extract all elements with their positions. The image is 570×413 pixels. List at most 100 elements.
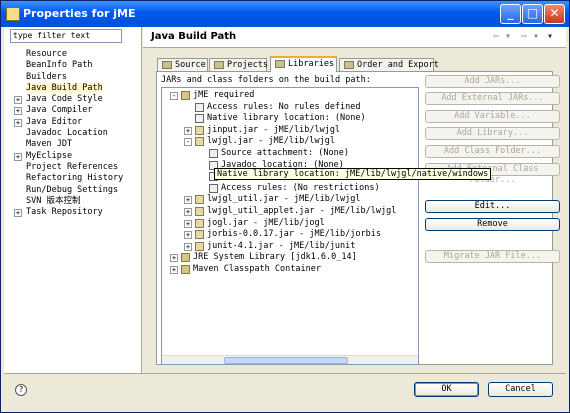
expand-icon[interactable]: + — [14, 96, 22, 105]
title-bar[interactable]: Properties for jME _ □ ✕ — [1, 1, 569, 27]
library-icon — [275, 60, 285, 68]
nav-item-label: Javadoc Location — [26, 128, 108, 139]
expand-icon[interactable]: + — [14, 152, 22, 161]
category-tree: Resource BeanInfo Path Builders Java Build … — [4, 49, 141, 218]
tree-node[interactable]: jinput.jar - jME/lib/lwjgl — [207, 125, 340, 136]
tree-node[interactable]: Access rules: (No restrictions) — [221, 183, 380, 194]
maximize-button[interactable]: □ — [522, 4, 543, 24]
ok-button[interactable]: OK — [414, 382, 479, 397]
jar-icon — [195, 230, 204, 240]
nav-item[interactable]: + Java Editor — [4, 117, 141, 128]
nav-item-label: Run/Debug Settings — [26, 184, 119, 195]
attribute-icon — [209, 149, 218, 158]
close-button[interactable]: ✕ — [544, 4, 565, 24]
attribute-icon — [195, 114, 204, 124]
expand-icon[interactable]: + — [184, 196, 192, 205]
nav-item[interactable]: + Task Repository — [4, 207, 141, 218]
tab-source[interactable]: Source — [157, 58, 208, 71]
tree-node[interactable]: lwjgl_util.jar - jME/lib/lwjgl — [207, 194, 361, 205]
expand-icon[interactable]: + — [170, 266, 178, 274]
tree-node[interactable]: Maven Classpath Container — [193, 264, 321, 275]
tree-node[interactable]: junit-4.1.jar - jME/lib/junit — [207, 241, 355, 252]
nav-item-label: Java Compiler — [26, 105, 93, 116]
nav-item[interactable]: BeanInfo Path — [4, 60, 141, 71]
expand-icon[interactable]: + — [184, 242, 192, 251]
nav-item[interactable]: Resource — [4, 49, 141, 60]
tree-node[interactable]: JRE System Library [jdk1.6.0_14] — [193, 252, 357, 263]
collapse-icon[interactable]: - — [184, 138, 192, 147]
nav-item[interactable]: + MyEclipse — [4, 151, 141, 162]
nav-item[interactable]: Refactoring History — [4, 173, 141, 184]
nav-item[interactable]: Run/Debug Settings — [4, 185, 141, 196]
nav-item[interactable]: Javadoc Location — [4, 128, 141, 139]
tree-node[interactable]: jME required — [193, 90, 254, 101]
forward-button[interactable]: ⇨ ▾ — [521, 31, 539, 42]
nav-item[interactable]: + Java Compiler — [4, 105, 141, 116]
panel-title: JARs and class folders on the build path… — [161, 75, 371, 85]
nav-item[interactable]: SVN 版本控制 — [4, 196, 141, 207]
filter-input[interactable]: type filter text — [10, 29, 122, 43]
help-icon[interactable]: ? — [15, 384, 27, 396]
action-button[interactable]: Add JARs... — [425, 75, 560, 88]
expand-icon[interactable]: + — [184, 126, 192, 135]
action-button[interactable]: Edit... — [425, 200, 560, 213]
category-pane: type filter text Resource BeanInfo Path Bu… — [4, 27, 142, 373]
horizontal-scrollbar[interactable] — [162, 355, 418, 364]
attribute-icon — [209, 183, 218, 193]
build-path-tree[interactable]: - jME required Access rules: No rules defi… — [161, 87, 419, 365]
action-button[interactable]: Add Library... — [425, 127, 560, 140]
page-pane: Java Build Path ⇦ ▾ ⇨ ▾ ▾ Source Project… — [143, 27, 566, 373]
tab-libraries[interactable]: Libraries — [270, 56, 337, 72]
action-button[interactable]: Migrate JAR File... — [425, 250, 560, 263]
tree-node[interactable]: jorbis-0.0.17.jar - jME/lib/jorbis — [207, 229, 381, 240]
expand-icon[interactable]: + — [14, 107, 22, 116]
tree-node[interactable]: lwjgl_util_applet.jar - jME/lib/lwjgl — [207, 206, 396, 217]
nav-item-label: Refactoring History — [26, 173, 124, 184]
tree-node[interactable]: Source attachment: (None) — [221, 148, 349, 159]
nav-item[interactable]: Builders — [4, 72, 141, 83]
nav-item-label: Task Repository — [26, 207, 103, 218]
tab-projects[interactable]: Projects — [209, 58, 268, 71]
nav-item[interactable]: Java Build Path — [4, 82, 141, 94]
tree-node[interactable]: Access rules: No rules defined — [207, 102, 361, 113]
expand-icon[interactable]: + — [184, 208, 192, 216]
nav-item[interactable]: + Java Code Style — [4, 94, 141, 105]
source-folder-icon — [162, 61, 172, 69]
expand-icon[interactable]: + — [14, 118, 22, 127]
action-button[interactable]: Add Class Folder... — [425, 145, 560, 158]
nav-item-label: Maven JDT — [26, 139, 73, 150]
project-icon — [214, 61, 224, 69]
cancel-button[interactable]: Cancel — [488, 382, 553, 397]
libraries-panel: JARs and class folders on the build path… — [156, 71, 560, 365]
tree-node[interactable]: jogl.jar - jME/lib/jogl — [207, 218, 325, 229]
nav-item-label: Java Editor — [26, 116, 83, 127]
tooltip: Native library location: jME/lib/lwjgl/n… — [214, 168, 492, 180]
action-button[interactable]: Add Variable... — [425, 110, 560, 123]
expand-icon[interactable]: + — [14, 209, 22, 218]
collapse-icon[interactable]: - — [170, 92, 178, 100]
jar-icon — [195, 207, 204, 216]
tree-node[interactable]: Native library location: (None) — [207, 113, 366, 124]
minimize-button[interactable]: _ — [500, 4, 521, 24]
nav-item-label: MyEclipse — [26, 150, 73, 161]
attribute-icon — [195, 102, 204, 112]
nav-item[interactable]: Project References — [4, 162, 141, 173]
nav-item-label: Project References — [26, 161, 119, 172]
nav-item-label: Builders — [26, 71, 67, 82]
action-button[interactable]: Remove — [425, 218, 560, 231]
expand-icon[interactable]: + — [184, 219, 192, 228]
library-icon — [181, 91, 190, 100]
scrollbar-thumb[interactable] — [224, 357, 348, 364]
view-menu-button[interactable]: ▾ — [547, 31, 553, 42]
tree-node[interactable]: lwjgl.jar - jME/lib/lwjgl — [207, 136, 335, 147]
nav-item-label: Java Build Path — [26, 82, 103, 93]
action-button[interactable]: Add External JARs... — [425, 92, 560, 105]
back-button[interactable]: ⇦ ▾ — [493, 31, 511, 42]
order-icon — [344, 61, 354, 69]
jar-icon — [195, 218, 204, 228]
nav-item[interactable]: Maven JDT — [4, 139, 141, 150]
tab-order-and-export[interactable]: Order and Export — [339, 58, 439, 71]
expand-icon[interactable]: + — [170, 254, 178, 263]
page-title: Java Build Path — [151, 31, 237, 42]
expand-icon[interactable]: + — [184, 231, 192, 240]
